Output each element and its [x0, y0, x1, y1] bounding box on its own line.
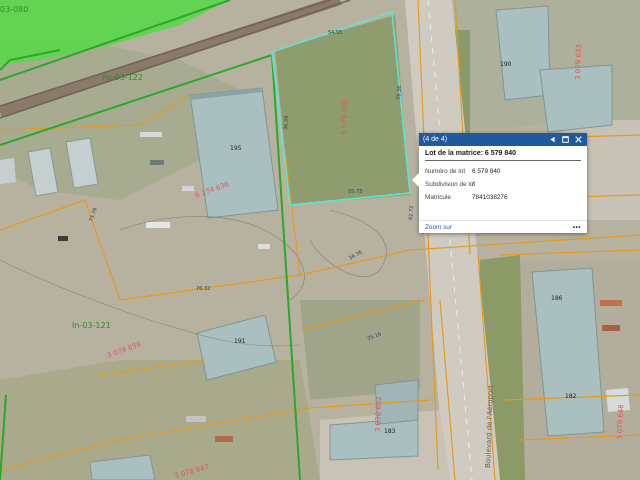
attribute-value: 6 579 840 — [472, 168, 501, 175]
lot-number-label: 3 079 633 — [574, 44, 583, 80]
more-actions-button[interactable]: ••• — [573, 224, 581, 231]
building-number: 195 — [230, 145, 242, 152]
vehicle — [600, 300, 622, 306]
zone-label: 03-080 — [0, 5, 28, 14]
zoom-to-link[interactable]: Zoom sur — [425, 224, 573, 231]
dimension-label: 62.72 — [408, 205, 415, 220]
building-number: 183 — [384, 428, 396, 435]
triangle-left-icon[interactable] — [548, 135, 557, 144]
dimension-label: 55.73 — [348, 189, 362, 195]
vehicle — [215, 436, 233, 442]
vehicle — [602, 325, 620, 331]
shed — [0, 158, 16, 184]
result-counter: (4 de 4) — [423, 136, 448, 143]
building-number: 182 — [565, 393, 577, 400]
popup-title: Lot de la matrice: 6 579 840 — [425, 150, 581, 161]
lot-number-label: 3 079 648 — [616, 404, 625, 440]
maximize-icon[interactable] — [561, 135, 570, 144]
vehicle — [186, 416, 206, 422]
building-number: 191 — [234, 338, 246, 345]
attribute-value: 7841038276 — [472, 194, 508, 201]
vehicle — [146, 222, 170, 228]
attribute-row: Subdivision de lot / — [425, 178, 581, 191]
vehicle — [182, 186, 194, 191]
popup-footer: Zoom sur ••• — [419, 220, 587, 233]
attribute-row: Numéro de lot 6 579 840 — [425, 165, 581, 178]
dimension-label: 76.32 — [196, 286, 210, 292]
popup-pointer — [412, 173, 419, 187]
dimension-label: 54.55 — [328, 30, 342, 36]
attribute-key: Matricule — [425, 194, 451, 201]
attribute-key: Numéro de lot — [425, 168, 466, 175]
attribute-key: Subdivision de lot — [425, 181, 476, 188]
close-icon[interactable] — [574, 135, 583, 144]
popup-body: Lot de la matrice: 6 579 840 Numéro de l… — [419, 146, 587, 204]
vegetation-patch — [0, 360, 320, 480]
lot-number-label: 3 078 662 — [374, 396, 383, 432]
attribute-row: Matricule 7841038276 — [425, 191, 581, 204]
zone-label: Pu-03-122 — [102, 73, 143, 82]
lot-number-label: 6 579 840 — [340, 99, 349, 135]
popup-header: (4 de 4) — [419, 133, 587, 146]
attribute-value: / — [472, 181, 474, 188]
vehicle — [140, 132, 162, 137]
identify-popup: (4 de 4) Lot de la matrice: 6 579 840 Nu… — [412, 133, 587, 233]
map-canvas[interactable]: 6 579 840 6 174 636 3 078 658 3 078 662 … — [0, 0, 640, 480]
vehicle — [258, 244, 270, 249]
dimension-label: 76.36 — [396, 85, 403, 100]
dimension-label: 36.36 — [283, 115, 290, 130]
vehicle — [150, 160, 164, 165]
building-number: 186 — [551, 295, 563, 302]
vehicle — [58, 236, 68, 241]
zone-label: In-03-121 — [72, 321, 111, 330]
building-number: 190 — [500, 61, 512, 68]
